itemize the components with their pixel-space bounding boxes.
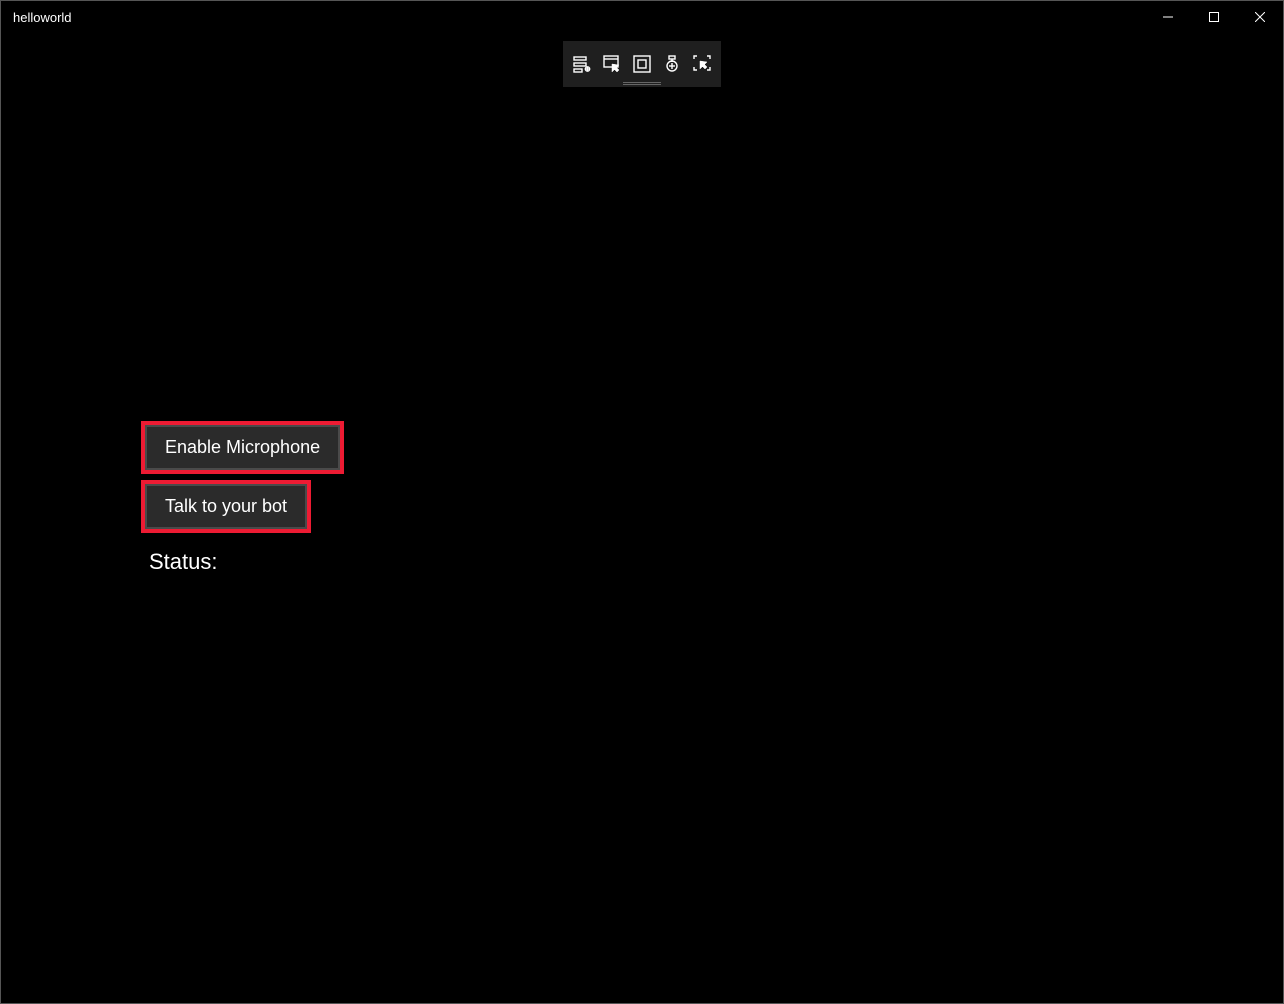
maximize-icon — [1209, 12, 1219, 22]
titlebar: helloworld — [1, 1, 1283, 33]
enable-microphone-button[interactable]: Enable Microphone — [145, 425, 340, 470]
enable-microphone-highlight: Enable Microphone — [141, 421, 344, 474]
maximize-button[interactable] — [1191, 1, 1237, 33]
status-label: Status: — [141, 549, 344, 575]
debug-toolbar[interactable] — [563, 41, 721, 87]
debug-select-element-icon — [603, 55, 621, 73]
close-icon — [1255, 12, 1265, 22]
debug-display-layout-button[interactable] — [629, 51, 655, 77]
debug-display-layout-icon — [633, 55, 651, 73]
debug-track-focus-icon — [693, 55, 711, 73]
debug-hot-reload-icon — [663, 55, 681, 73]
minimize-button[interactable] — [1145, 1, 1191, 33]
minimize-icon — [1163, 12, 1173, 22]
talk-to-bot-highlight: Talk to your bot — [141, 480, 311, 533]
titlebar-controls — [1145, 1, 1283, 33]
main-content: Enable Microphone Talk to your bot Statu… — [141, 421, 344, 575]
debug-live-tree-icon — [573, 55, 591, 73]
debug-track-focus-button[interactable] — [689, 51, 715, 77]
debug-live-tree-button[interactable] — [569, 51, 595, 77]
close-button[interactable] — [1237, 1, 1283, 33]
debug-hot-reload-button[interactable] — [659, 51, 685, 77]
window-title: helloworld — [1, 10, 72, 25]
talk-to-bot-button[interactable]: Talk to your bot — [145, 484, 307, 529]
debug-toolbar-drag-handle[interactable] — [623, 82, 661, 85]
debug-select-element-button[interactable] — [599, 51, 625, 77]
